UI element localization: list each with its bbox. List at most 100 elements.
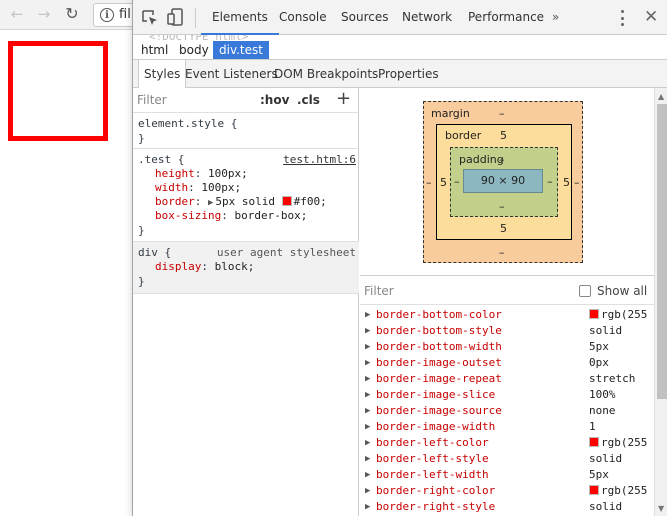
computed-row[interactable]: ▶ border-image-width 1	[360, 419, 654, 435]
padding-top-value: –	[499, 153, 505, 166]
class-toggle[interactable]: .cls	[297, 93, 320, 107]
prop-height[interactable]: height: 100px;	[155, 167, 248, 180]
test-class-rule: .test { test.html:6 height: 100px; width…	[133, 149, 359, 242]
expand-triangle-icon[interactable]: ▶	[365, 355, 370, 371]
element-style-rule[interactable]: element.style { }	[133, 113, 359, 149]
device-toolbar-icon[interactable]	[167, 8, 183, 26]
tab-event-listeners[interactable]: Event Listeners	[185, 60, 278, 88]
content-box[interactable]: 90 × 90	[463, 169, 543, 193]
add-rule-icon[interactable]: +	[336, 89, 351, 109]
tab-styles[interactable]: Styles	[138, 60, 187, 89]
tab-network[interactable]: Network	[402, 0, 452, 35]
padding-bottom-value: –	[499, 200, 505, 213]
breadcrumb: html body div.test	[133, 41, 667, 60]
reload-button[interactable]: ↻	[63, 5, 81, 23]
border-bottom-value: 5	[500, 222, 507, 235]
tab-sources[interactable]: Sources	[341, 0, 388, 35]
computed-filter-input[interactable]: Filter	[364, 284, 394, 298]
box-model-diagram: margin – – – – border 5 5 5 5 padding – …	[360, 88, 654, 276]
forward-button[interactable]: →	[35, 5, 53, 23]
tab-dom-breakpoints[interactable]: DOM Breakpoints	[274, 60, 378, 88]
computed-row[interactable]: ▶ border-image-repeat stretch	[360, 371, 654, 387]
expand-triangle-icon[interactable]: ▶	[365, 339, 370, 355]
computed-pane: margin – – – – border 5 5 5 5 padding – …	[360, 88, 667, 516]
prop-box-sizing[interactable]: box-sizing: border-box;	[155, 209, 307, 222]
prop-width[interactable]: width: 100px;	[155, 181, 241, 194]
styles-filter-input[interactable]: Filter	[137, 93, 247, 107]
border-top-value: 5	[500, 129, 507, 142]
computed-row[interactable]: ▶ border-image-outset 0px	[360, 355, 654, 371]
computed-properties-list: ▶ border-bottom-color rgb(255 ▶ border-bott…	[360, 305, 654, 516]
expand-triangle-icon[interactable]: ▶	[365, 451, 370, 467]
close-icon[interactable]: ✕	[644, 7, 658, 27]
margin-bottom-value: –	[499, 246, 505, 259]
vertical-scrollbar[interactable]: ▲ ▼	[654, 88, 667, 516]
scroll-down-icon[interactable]: ▼	[658, 504, 664, 513]
computed-row[interactable]: ▶ border-bottom-style solid	[360, 323, 654, 339]
color-swatch[interactable]	[281, 196, 292, 206]
reload-icon: ↻	[65, 4, 79, 23]
tab-properties[interactable]: Properties	[378, 60, 439, 88]
padding-right-value: –	[547, 175, 553, 188]
computed-row[interactable]: ▶ border-bottom-color rgb(255	[360, 307, 654, 323]
prop-display: display: block;	[155, 260, 255, 273]
show-all-checkbox[interactable]	[579, 285, 591, 297]
expand-triangle-icon[interactable]: ▶	[365, 371, 370, 387]
computed-row[interactable]: ▶ border-left-color rgb(255	[360, 435, 654, 451]
info-icon[interactable]: i	[100, 8, 114, 22]
arrow-left-icon: ←	[10, 4, 24, 23]
prop-border[interactable]: border: ▶ 5px solid #f00;	[155, 195, 327, 208]
color-swatch	[589, 309, 599, 319]
computed-row[interactable]: ▶ border-bottom-width 5px	[360, 339, 654, 355]
tab-console[interactable]: Console	[279, 0, 327, 35]
scroll-up-icon[interactable]: ▲	[658, 92, 664, 101]
back-button[interactable]: ←	[8, 5, 26, 23]
padding-label: padding	[459, 153, 504, 166]
computed-row[interactable]: ▶ border-right-color rgb(255	[360, 483, 654, 499]
tab-elements[interactable]: Elements	[201, 0, 279, 35]
rule-selector[interactable]: .test {	[138, 153, 184, 166]
breadcrumb-html[interactable]: html	[135, 41, 174, 59]
rule-close: }	[138, 224, 145, 237]
computed-filter-row: Filter Show all	[360, 276, 654, 305]
margin-left-value: –	[426, 176, 432, 189]
border-label: border	[445, 129, 482, 142]
arrow-right-icon: →	[37, 4, 51, 23]
inspect-element-icon[interactable]	[141, 9, 159, 27]
border-box[interactable]: border 5 5 5 5 padding – – – – 90 × 90	[436, 124, 572, 240]
kebab-menu-icon[interactable]	[621, 10, 625, 26]
computed-row[interactable]: ▶ border-right-style solid	[360, 499, 654, 515]
padding-box[interactable]: padding – – – – 90 × 90	[450, 147, 558, 217]
browser-toolbar: ← → ↻ i fil	[0, 0, 153, 30]
computed-row[interactable]: ▶ border-image-source none	[360, 403, 654, 419]
show-all-label[interactable]: Show all	[597, 284, 647, 298]
expand-triangle-icon[interactable]: ▶	[365, 403, 370, 419]
computed-row[interactable]: ▶ border-left-width 5px	[360, 467, 654, 483]
expand-triangle-icon[interactable]: ▶	[365, 307, 370, 323]
padding-left-value: –	[454, 175, 460, 188]
more-tabs-button[interactable]: »	[552, 0, 559, 35]
url-text: fil	[119, 7, 131, 22]
hover-state-toggle[interactable]: :hov	[260, 93, 289, 107]
color-swatch	[589, 437, 599, 447]
computed-row[interactable]: ▶ border-left-style solid	[360, 451, 654, 467]
expand-triangle-icon[interactable]: ▶	[365, 483, 370, 499]
expand-triangle-icon[interactable]: ▶	[208, 198, 213, 208]
user-agent-label: user agent stylesheet	[216, 246, 356, 259]
computed-row[interactable]: ▶ border-image-slice 100%	[360, 387, 654, 403]
styles-pane: Filter :hov .cls + element.style { } .te…	[133, 88, 359, 516]
expand-triangle-icon[interactable]: ▶	[365, 435, 370, 451]
source-link[interactable]: test.html:6	[283, 153, 356, 166]
expand-triangle-icon[interactable]: ▶	[365, 387, 370, 403]
tab-performance[interactable]: Performance	[468, 0, 544, 35]
margin-box[interactable]: margin – – – – border 5 5 5 5 padding – …	[423, 101, 583, 263]
breadcrumb-body[interactable]: body	[173, 41, 215, 59]
sidebar-tabs: Styles Event Listeners DOM Breakpoints P…	[133, 60, 667, 89]
expand-triangle-icon[interactable]: ▶	[365, 323, 370, 339]
expand-triangle-icon[interactable]: ▶	[365, 419, 370, 435]
scrollbar-thumb[interactable]	[657, 104, 667, 399]
expand-triangle-icon[interactable]: ▶	[365, 467, 370, 483]
expand-triangle-icon[interactable]: ▶	[365, 499, 370, 515]
border-left-value: 5	[440, 176, 447, 189]
breadcrumb-div-test[interactable]: div.test	[213, 41, 269, 59]
